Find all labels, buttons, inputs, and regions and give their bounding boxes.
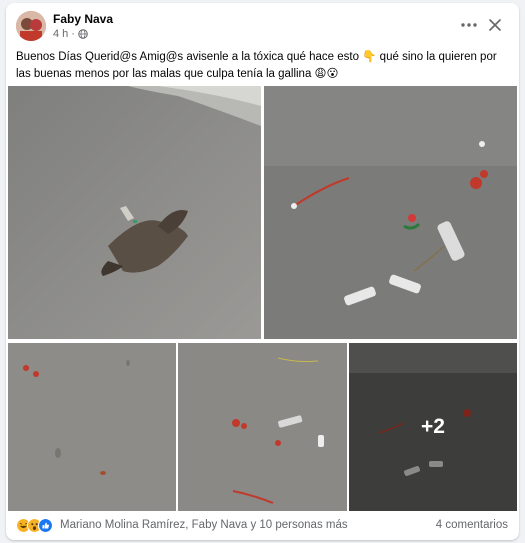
dead-bird-image	[8, 86, 261, 339]
post-card: Faby Nava 4 h · Buenos Días Querid@s Ami…	[6, 3, 519, 540]
globe-icon	[78, 29, 88, 39]
more-icon	[461, 23, 477, 27]
photo-3[interactable]	[8, 343, 176, 511]
post-header: Faby Nava 4 h ·	[6, 3, 519, 47]
comments-count[interactable]: 4 comentarios	[436, 519, 508, 531]
author-name[interactable]: Faby Nava	[53, 12, 113, 26]
like-icon	[38, 518, 53, 533]
beach-debris-image	[178, 343, 347, 511]
post-footer: Mariano Molina Ramírez, Faby Nava y 10 p…	[6, 511, 519, 540]
more-photos-count: +2	[349, 343, 517, 511]
reaction-icons[interactable]	[16, 518, 53, 533]
photo-2[interactable]	[264, 86, 517, 339]
close-button[interactable]	[485, 15, 505, 35]
post-time[interactable]: 4 h	[53, 28, 68, 40]
photo-grid: +2	[8, 86, 517, 511]
photo-1[interactable]	[8, 86, 261, 339]
post-meta: 4 h ·	[53, 28, 88, 40]
litter-beach-image	[264, 86, 517, 339]
photo-4[interactable]	[178, 343, 347, 511]
avatar[interactable]	[16, 11, 46, 41]
reactions-summary[interactable]: Mariano Molina Ramírez, Faby Nava y 10 p…	[60, 519, 348, 531]
close-icon	[489, 19, 501, 31]
more-options-button[interactable]	[457, 15, 481, 35]
sand-footprints-image	[8, 343, 176, 511]
post-text: Buenos Días Querid@s Amig@s avisenle a l…	[16, 51, 497, 80]
photo-5[interactable]: +2	[349, 343, 517, 511]
